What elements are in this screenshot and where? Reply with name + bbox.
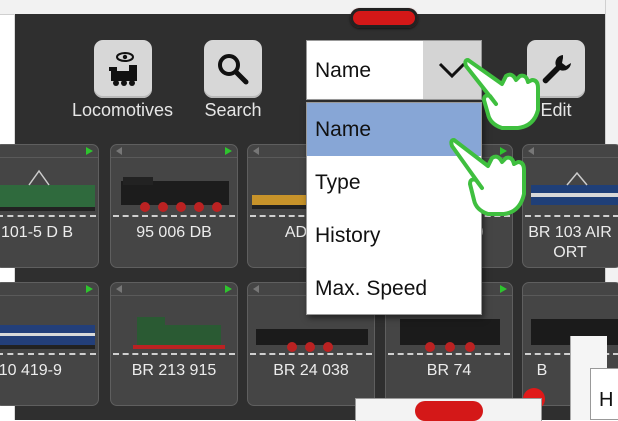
locomotive-eye-icon — [93, 40, 152, 98]
top-frame — [0, 0, 618, 15]
loco-image — [0, 325, 95, 349]
pointer-hand-icon — [449, 138, 526, 216]
loco-tile[interactable]: 101-5 D B — [0, 144, 99, 268]
loco-name: BR 74 — [426, 362, 472, 379]
loco-tile[interactable]: 95 006 DB — [110, 144, 238, 268]
loco-image — [121, 177, 229, 212]
loco-name: BR 24 038 — [273, 362, 349, 379]
loco-image — [531, 171, 618, 205]
sort-select[interactable]: Name — [306, 40, 482, 100]
loco-tile[interactable]: 110 419-9 — [0, 282, 99, 406]
search-label: Search — [204, 100, 262, 120]
search-button[interactable]: Search — [204, 40, 262, 121]
loco-tile[interactable]: BR 103 AIR ORT — [522, 144, 618, 268]
locomotives-label: Locomotives — [72, 100, 174, 120]
pointer-hand-icon — [463, 58, 540, 130]
bottom-pull-tab[interactable] — [415, 401, 483, 421]
search-icon — [204, 40, 262, 98]
locomotives-button[interactable]: Locomotives — [72, 40, 173, 121]
loco-tile[interactable]: BR 213 915 — [110, 282, 238, 406]
loco-image — [0, 169, 95, 211]
loco-name: 110 419-9 — [0, 362, 62, 379]
loco-name: 101-5 D B — [1, 224, 74, 241]
loco-name: BR 213 915 — [131, 362, 217, 379]
sort-option-max-speed[interactable]: Max. Speed — [307, 262, 481, 315]
loco-image — [252, 195, 310, 209]
sort-selected-value: Name — [315, 59, 372, 82]
top-pull-tab[interactable] — [350, 8, 418, 28]
loco-image — [133, 317, 225, 349]
loco-name: 95 006 DB — [136, 224, 212, 241]
loco-name: BR 103 AIR ORT — [528, 224, 612, 261]
help-panel[interactable]: H — [590, 368, 618, 420]
